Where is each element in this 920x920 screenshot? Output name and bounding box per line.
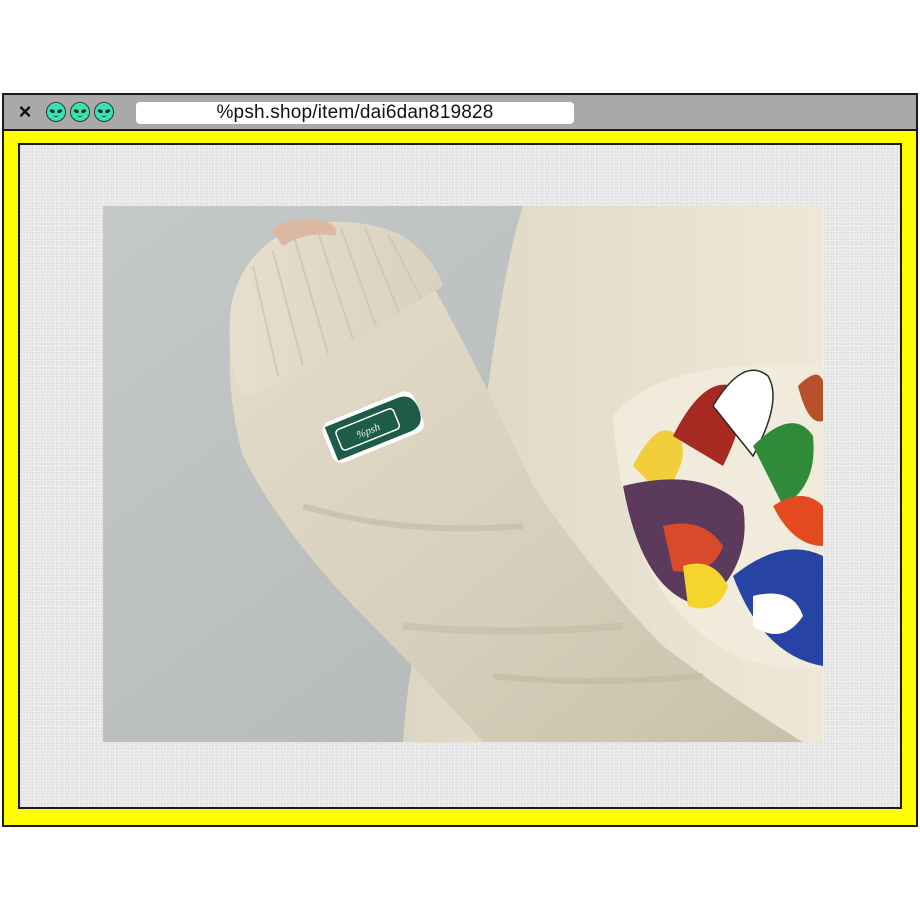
- alien-icon[interactable]: [46, 102, 66, 122]
- close-icon[interactable]: ×: [14, 101, 36, 123]
- alien-icon[interactable]: [70, 102, 90, 122]
- product-photo: %psh: [103, 206, 823, 742]
- sweatshirt-sleeve-image: %psh: [103, 206, 823, 742]
- product-image-frame: %psh: [18, 143, 902, 809]
- window-controls: [46, 102, 114, 122]
- browser-window: × %psh.shop/item/dai6dan819828 %psh: [2, 93, 918, 827]
- title-bar: × %psh.shop/item/dai6dan819828: [2, 93, 918, 131]
- alien-icon[interactable]: [94, 102, 114, 122]
- page-content: %psh: [2, 131, 918, 827]
- address-bar[interactable]: %psh.shop/item/dai6dan819828: [136, 102, 574, 124]
